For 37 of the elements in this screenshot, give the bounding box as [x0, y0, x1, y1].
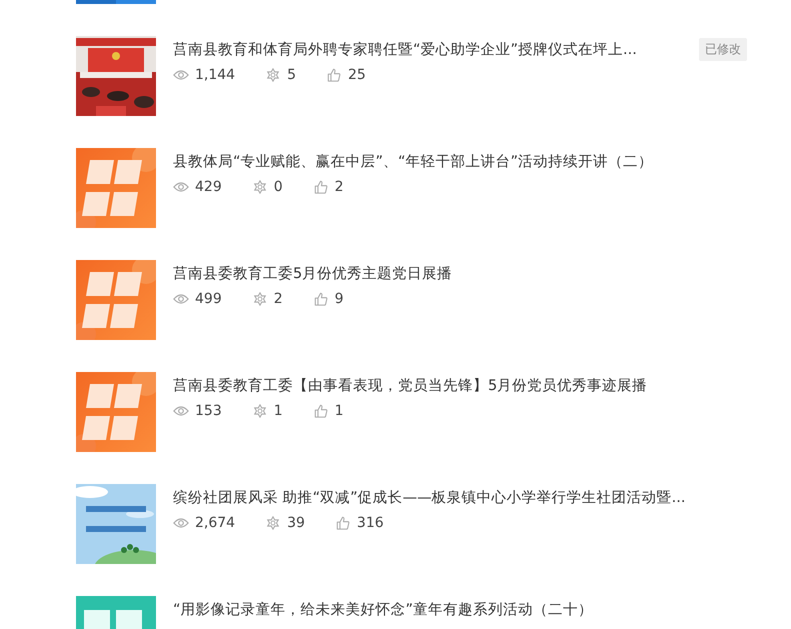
hexagram-icon [265, 68, 282, 82]
status-tag: 已修改 [699, 38, 747, 60]
share-count: 5 [287, 67, 296, 83]
like-count: 25 [348, 67, 366, 83]
thumbs-up-icon [326, 68, 342, 82]
thumbs-up-icon [312, 404, 329, 418]
eye-icon [173, 516, 189, 530]
article-title[interactable]: “用影像记录童年，给未来美好怀念”童年有趣系列活动（二十） [173, 600, 594, 618]
thumbs-up-icon [312, 292, 329, 306]
share-count: 2 [274, 291, 283, 307]
hexagram-icon [252, 180, 268, 194]
hexagram-icon [252, 292, 268, 306]
view-count: 499 [195, 291, 222, 307]
share-count: 0 [274, 179, 283, 195]
thumbs-up-icon [312, 180, 329, 194]
article-title[interactable]: 县教体局“专业赋能、赢在中层”、“年轻干部上讲台”活动持续开讲（二） [173, 152, 654, 170]
hexagram-icon [252, 404, 268, 418]
share-count: 39 [287, 515, 305, 531]
like-count: 1 [334, 403, 344, 419]
view-count: 429 [195, 179, 222, 195]
hexagram-icon [265, 516, 282, 530]
article-title[interactable]: 莒南县委教育工委5月份优秀主题党日展播 [173, 264, 452, 282]
eye-icon [173, 292, 189, 306]
article-title[interactable]: 缤纷社团展风采 助推“双减”促成长——板泉镇中心小学举行学生社团活动暨... [173, 488, 686, 506]
like-count: 9 [334, 291, 344, 307]
article-title[interactable]: 莒南县委教育工委【由事看表现，党员当先锋】5月份党员优秀事迹展播 [173, 376, 648, 394]
view-count: 1,144 [195, 67, 236, 83]
like-count: 316 [356, 515, 384, 531]
eye-icon [173, 68, 189, 82]
eye-icon [173, 180, 189, 194]
view-count: 153 [195, 403, 222, 419]
article-title[interactable]: 莒南县教育和体育局外聘专家聘任暨“爱心助学企业”授牌仪式在坪上... [173, 40, 637, 58]
view-count: 2,674 [195, 515, 236, 531]
share-count: 1 [274, 403, 283, 419]
eye-icon [173, 404, 189, 418]
thumbs-up-icon [334, 516, 351, 530]
like-count: 2 [334, 179, 344, 195]
